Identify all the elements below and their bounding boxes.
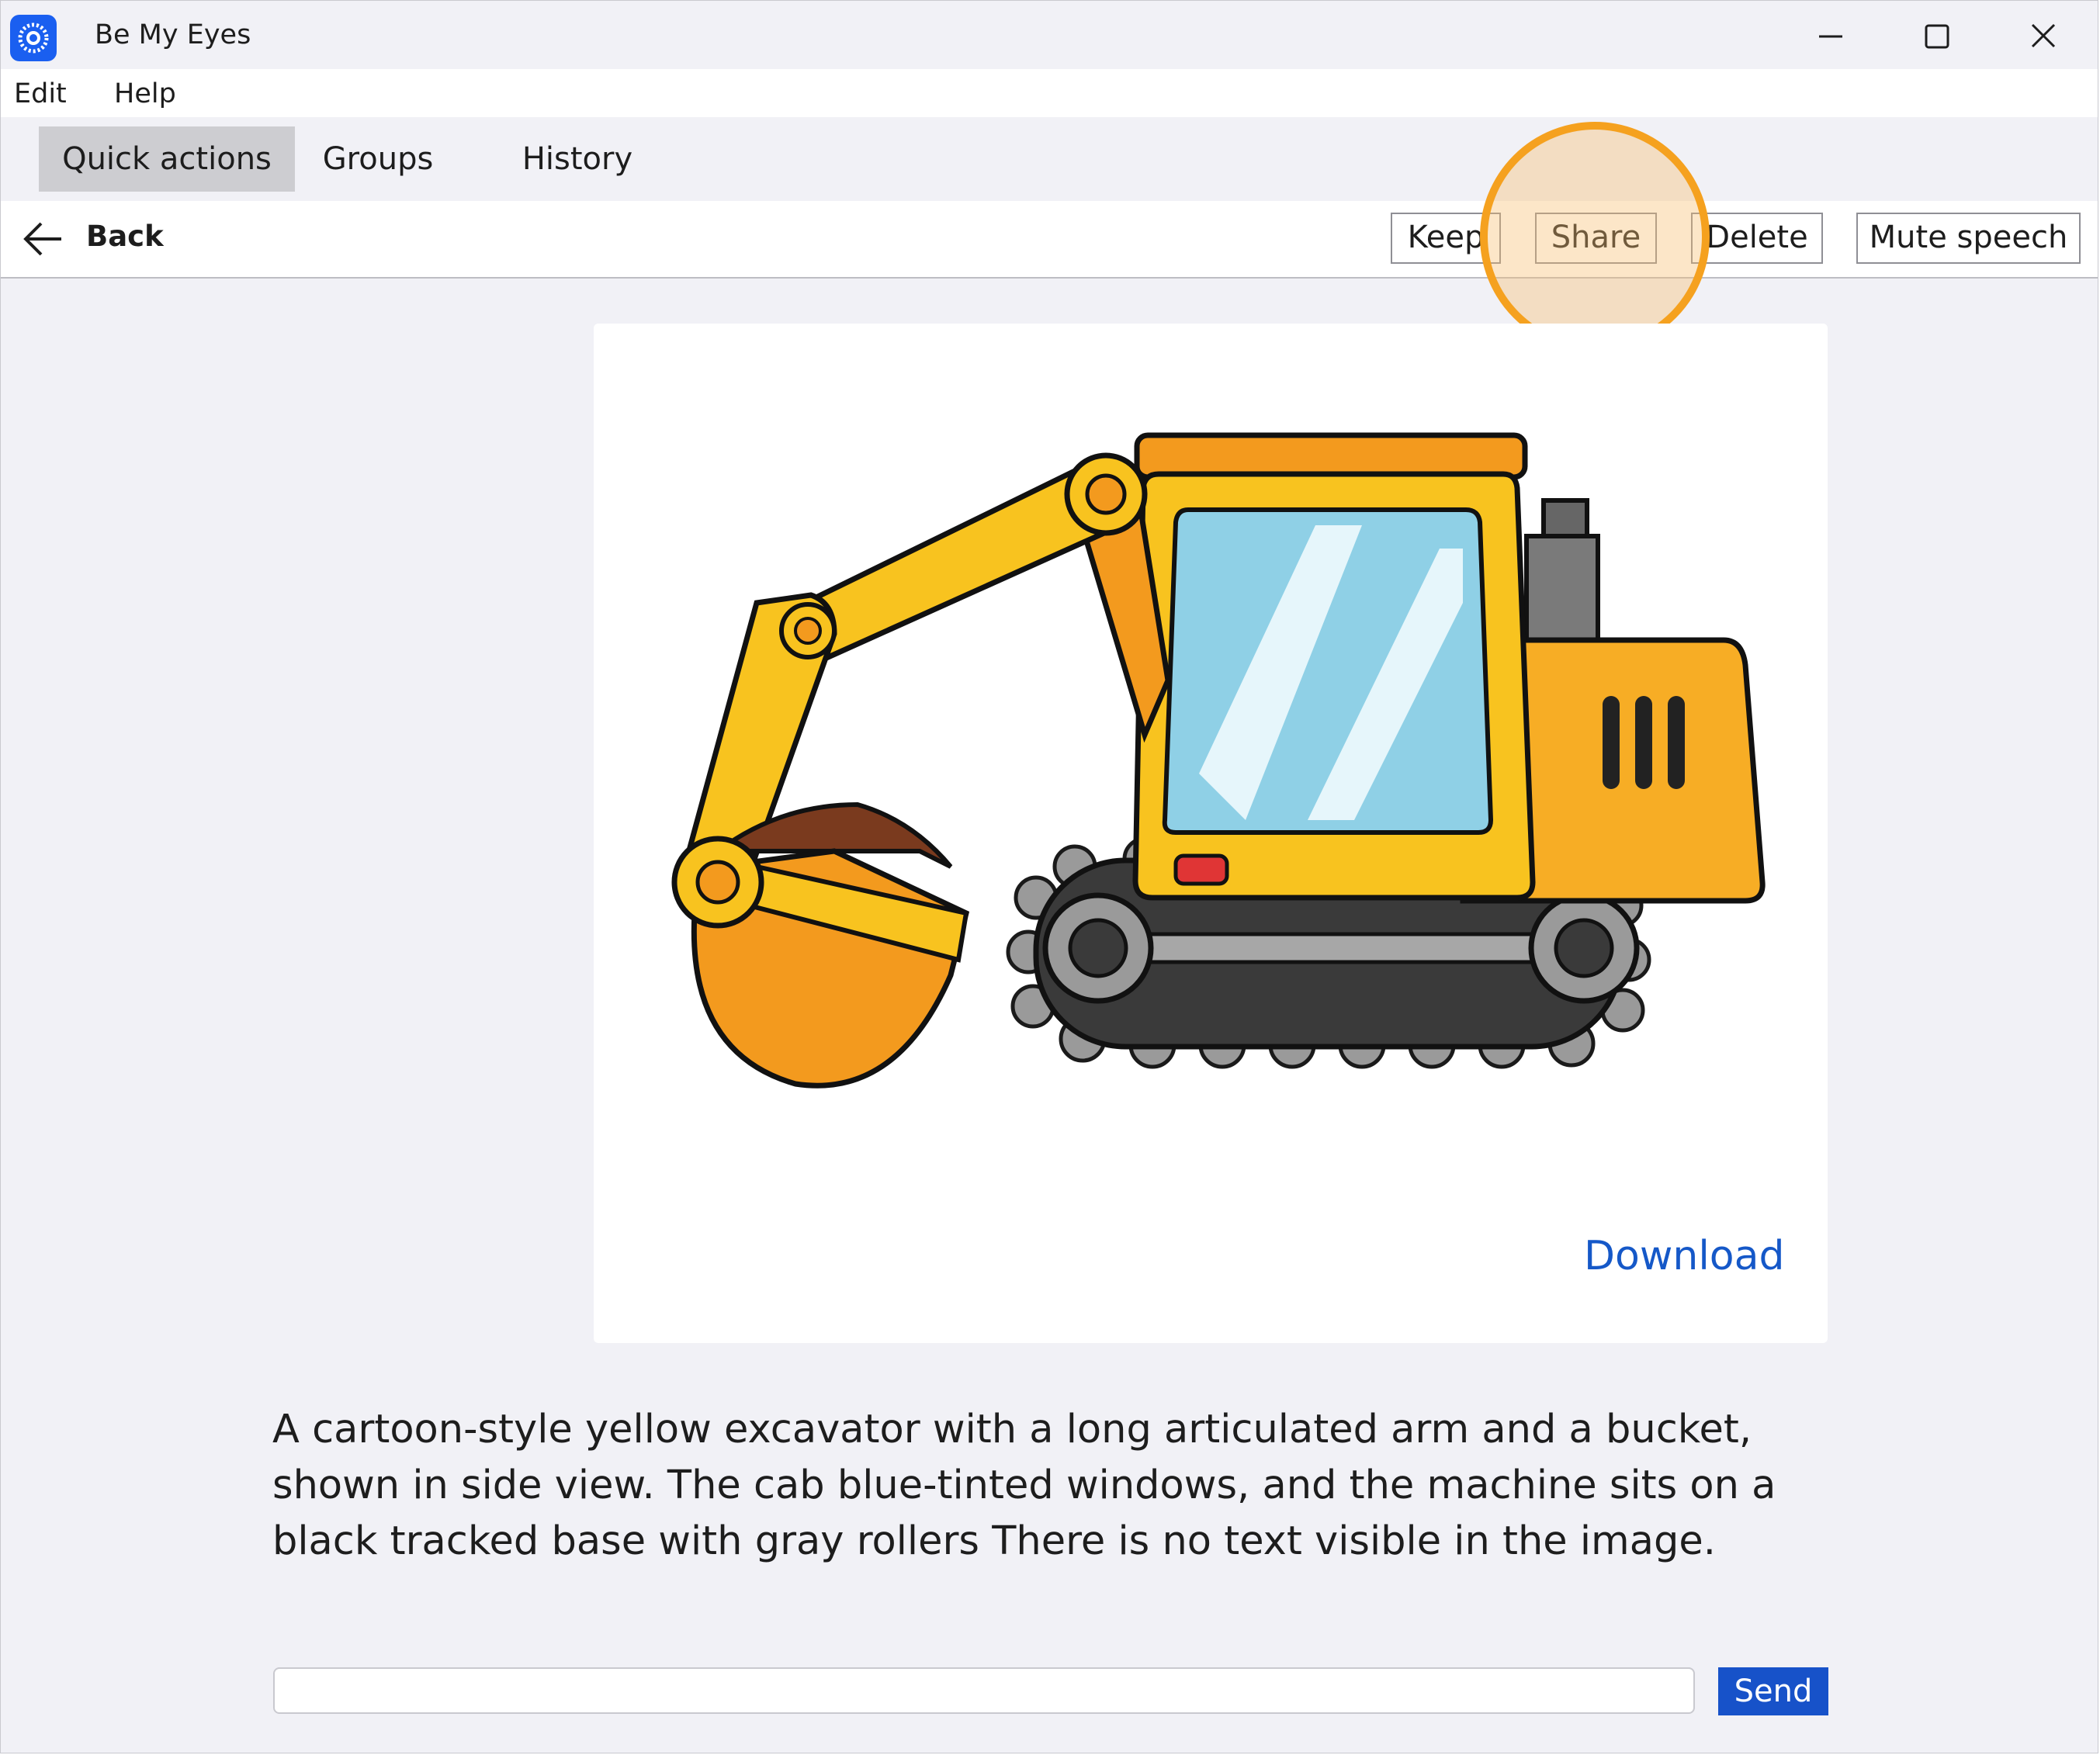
excavator-image — [671, 432, 1766, 1089]
image-description: A cartoon-style yellow excavator with a … — [272, 1407, 1776, 1564]
image-card: Download — [594, 324, 1828, 1343]
title-bar: Be My Eyes — [1, 1, 2098, 69]
close-button[interactable] — [2005, 12, 2082, 61]
maximize-icon — [1925, 24, 1949, 49]
maximize-button[interactable] — [1897, 12, 1975, 61]
delete-button[interactable]: Delete — [1691, 213, 1823, 264]
back-label: Back — [86, 220, 164, 253]
menu-edit[interactable]: Edit — [14, 78, 67, 109]
share-button[interactable]: Share — [1535, 213, 1657, 264]
tab-bar: Quick actions Groups History — [1, 117, 2098, 201]
download-link[interactable]: Download — [1584, 1233, 1784, 1279]
app-window: Be My Eyes Edit Help Quick actions Group… — [0, 0, 2098, 1753]
send-button[interactable]: Send — [1718, 1667, 1828, 1715]
window-title: Be My Eyes — [95, 19, 251, 50]
tab-quick-actions[interactable]: Quick actions — [39, 126, 295, 192]
keep-button[interactable]: Keep — [1391, 213, 1501, 264]
menu-help[interactable]: Help — [114, 78, 176, 109]
toolbar: Back Keep Share Delete Mute speech — [1, 201, 2098, 279]
mute-speech-button[interactable]: Mute speech — [1856, 213, 2081, 264]
tab-history[interactable]: History — [497, 126, 657, 192]
minimize-icon — [1819, 35, 1842, 38]
minimize-button[interactable] — [1791, 12, 1869, 61]
message-input[interactable] — [273, 1667, 1695, 1714]
tab-groups[interactable]: Groups — [303, 126, 452, 192]
menu-bar: Edit Help — [1, 69, 2098, 117]
app-logo-icon — [10, 15, 57, 61]
close-icon — [2031, 23, 2056, 48]
back-arrow-icon — [23, 222, 61, 256]
